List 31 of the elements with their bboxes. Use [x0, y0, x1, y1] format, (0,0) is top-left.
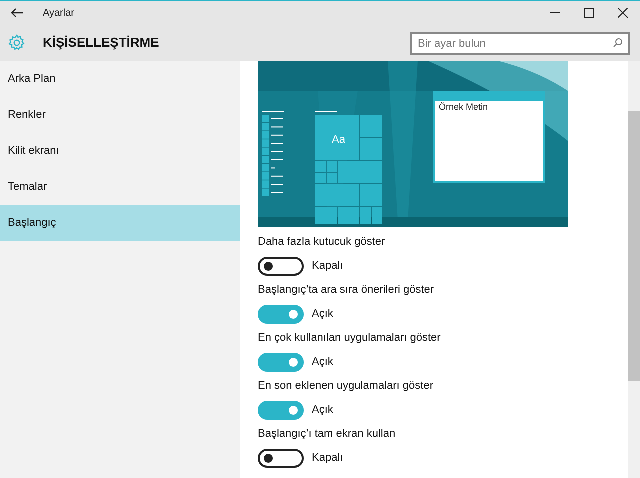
sidebar-item[interactable]: Başlangıç — [0, 205, 240, 241]
toggle-switch[interactable] — [258, 256, 304, 276]
sample-text: Örnek Metin — [438, 101, 490, 114]
toggle-switch[interactable] — [258, 448, 304, 468]
close-icon[interactable] — [618, 8, 628, 18]
toggle-state: Açık — [312, 354, 334, 370]
search-field[interactable]: Bir ayar bulun — [410, 32, 630, 56]
setting-label: Başlangıç’ı tam ekran kullan — [258, 427, 397, 442]
setting-label: En son eklenen uygulamaları göster — [258, 379, 434, 394]
toggle-state: Kapalı — [312, 450, 344, 466]
toggle-switch[interactable] — [258, 400, 304, 420]
back-arrow-icon[interactable] — [11, 8, 23, 18]
toggle-state: Açık — [312, 402, 334, 418]
toggle-switch[interactable] — [258, 352, 304, 372]
maximize-icon[interactable] — [584, 8, 594, 18]
window-title: Ayarlar — [43, 6, 74, 20]
sidebar-item[interactable]: Temalar — [0, 169, 240, 205]
tile-label: Aa — [332, 133, 346, 148]
sidebar-item[interactable]: Kilit ekranı — [0, 133, 240, 169]
scrollbar[interactable] — [628, 61, 640, 478]
toggle-switch[interactable] — [258, 304, 304, 324]
settings-icon — [8, 34, 26, 52]
toggle-state: Kapalı — [312, 258, 344, 274]
sidebar-item[interactable]: Renkler — [0, 97, 240, 133]
setting-label: Daha fazla kutucuk göster — [258, 235, 386, 250]
setting-label: En çok kullanılan uygulamaları göster — [258, 331, 442, 346]
toggle-state: Açık — [312, 306, 334, 322]
sidebar-item[interactable]: Arka Plan — [0, 61, 240, 97]
setting-label: Başlangıç’ta ara sıra önerileri göster — [258, 283, 436, 298]
search-icon — [613, 38, 623, 48]
page-title: KİŞİSELLEŞTİRME — [43, 34, 160, 52]
